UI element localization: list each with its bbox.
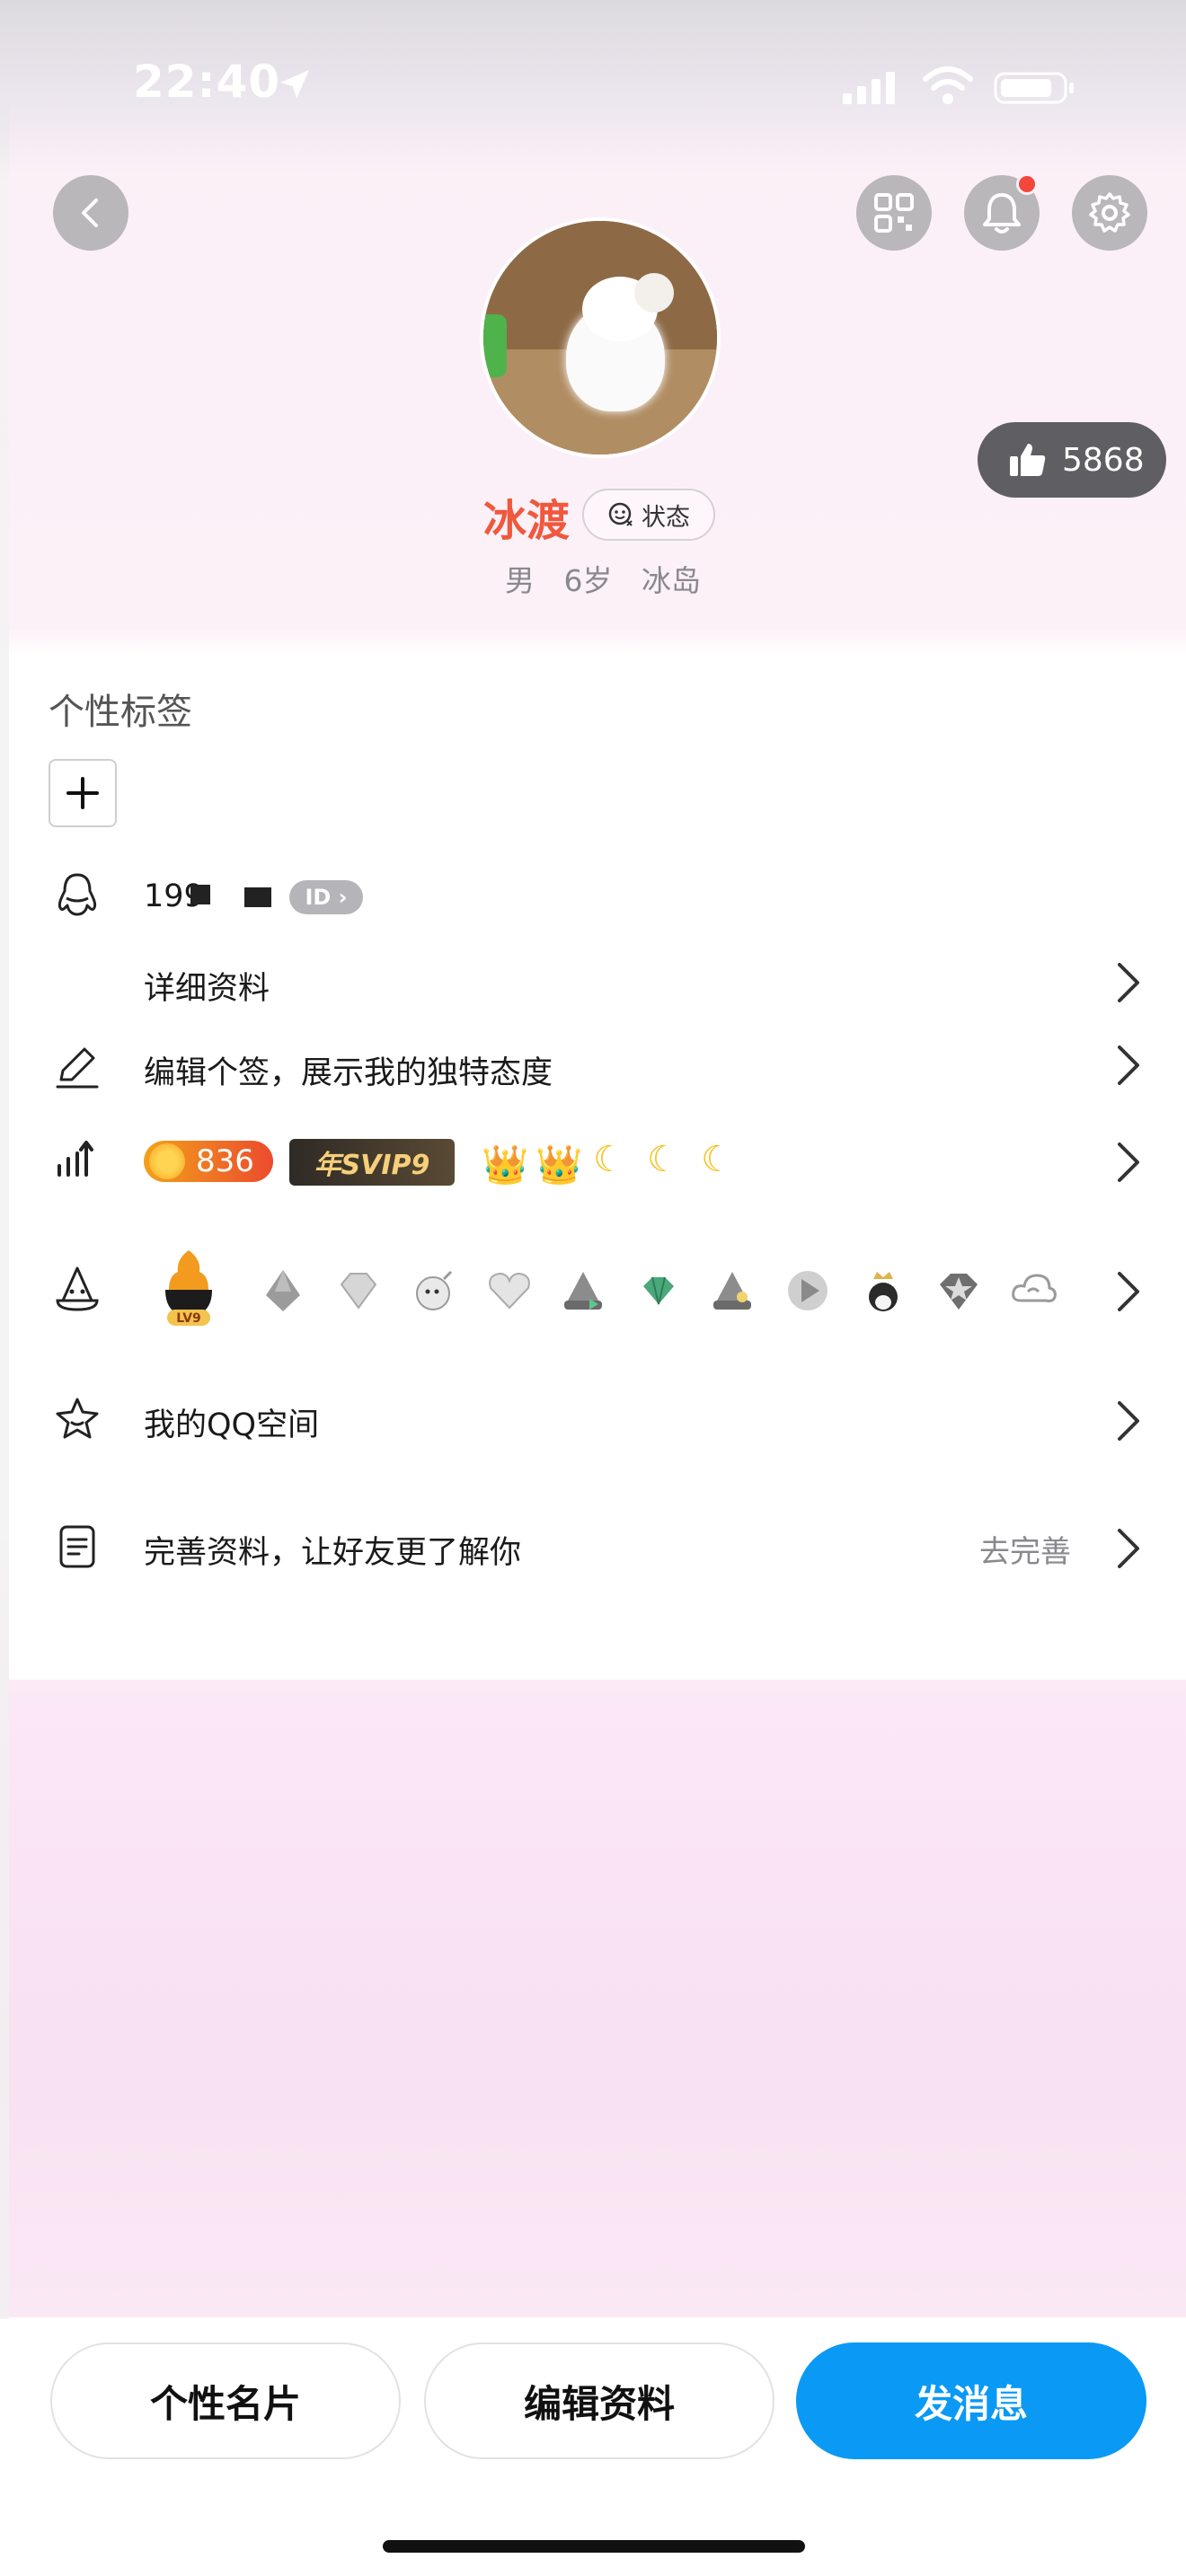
chevron-right-icon[interactable] bbox=[1112, 1525, 1145, 1572]
chevron-right-icon[interactable] bbox=[1112, 1042, 1145, 1089]
settings-button[interactable] bbox=[1072, 175, 1147, 251]
status-time: 22:40 bbox=[133, 56, 281, 108]
gear-icon bbox=[1089, 192, 1130, 233]
status-label: 状态 bbox=[642, 503, 690, 532]
qr-code-icon bbox=[874, 193, 914, 233]
notification-dot bbox=[1016, 173, 1038, 195]
qzone-link[interactable]: 我的QQ空间 bbox=[144, 1399, 319, 1445]
medal-hat-icon bbox=[56, 1266, 99, 1311]
edit-profile-button[interactable]: 编辑资料 bbox=[424, 2342, 774, 2459]
bell-icon bbox=[983, 193, 1021, 234]
tags-title: 个性标签 bbox=[49, 692, 192, 733]
penguin-crown-medal-icon[interactable] bbox=[857, 1265, 909, 1317]
location-arrow-icon bbox=[280, 70, 309, 99]
wifi-icon bbox=[923, 66, 973, 104]
bomb-medal-icon[interactable] bbox=[408, 1265, 460, 1317]
chevron-right-icon[interactable] bbox=[1112, 1398, 1145, 1444]
hat-yellow-medal-icon[interactable] bbox=[706, 1265, 758, 1317]
qr-code-button[interactable] bbox=[856, 175, 932, 251]
chevron-right-icon[interactable] bbox=[1112, 959, 1145, 1006]
like-count: 5868 bbox=[1062, 441, 1145, 479]
profile-meta: 男 6岁 冰岛 bbox=[505, 557, 721, 600]
detail-info-link[interactable]: 详细资料 bbox=[144, 963, 270, 1009]
plus-icon bbox=[66, 777, 99, 809]
thumbs-up-icon bbox=[1010, 444, 1046, 476]
green-gem-medal-icon[interactable] bbox=[633, 1265, 685, 1317]
chevron-right-icon[interactable] bbox=[1112, 1139, 1145, 1186]
pencil-icon bbox=[56, 1047, 99, 1089]
profile-card-button[interactable]: 个性名片 bbox=[50, 2342, 401, 2459]
penguin-icon bbox=[58, 873, 97, 916]
sun-icon bbox=[149, 1143, 185, 1179]
gender-text: 男 bbox=[505, 563, 535, 598]
nickname: 冰渡 bbox=[483, 496, 571, 546]
lv9-label: LV9 bbox=[176, 1311, 201, 1326]
star-outline-icon bbox=[56, 1398, 99, 1439]
moon-icon: ☾ bbox=[593, 1139, 625, 1180]
crown-icon: 👑 bbox=[535, 1142, 583, 1187]
send-message-button[interactable]: 发消息 bbox=[796, 2342, 1146, 2459]
redaction-mark bbox=[244, 887, 271, 907]
status-button[interactable]: 状态 bbox=[582, 489, 715, 541]
background-page-edge bbox=[0, 0, 9, 2576]
lv9-medal-icon[interactable]: LV9 bbox=[153, 1245, 225, 1328]
redaction-mark bbox=[190, 885, 210, 904]
back-button[interactable] bbox=[53, 175, 128, 251]
status-icon bbox=[608, 502, 633, 526]
level-value: 836 bbox=[196, 1143, 254, 1179]
moon-icon: ☾ bbox=[701, 1139, 733, 1180]
moon-icon: ☾ bbox=[647, 1139, 679, 1180]
cellular-signal-icon bbox=[843, 72, 895, 104]
avatar[interactable] bbox=[480, 217, 721, 458]
profile-page: 22:40 5868 冰渡 状态 男 6岁 冰岛 个性标签 199 ID › 详… bbox=[0, 0, 1186, 2576]
complete-profile-text[interactable]: 完善资料，让好友更了解你 bbox=[144, 1527, 521, 1573]
location-text: 冰岛 bbox=[642, 563, 701, 598]
home-indicator[interactable] bbox=[383, 2540, 805, 2553]
add-tag-button[interactable] bbox=[49, 759, 117, 827]
star-gem-medal-icon[interactable] bbox=[933, 1265, 985, 1317]
hat-green-medal-icon[interactable] bbox=[557, 1265, 609, 1317]
svip-badge[interactable]: 年SVIP9 bbox=[289, 1139, 455, 1186]
play-medal-icon[interactable] bbox=[782, 1265, 834, 1317]
id-badge[interactable]: ID › bbox=[289, 880, 363, 914]
gray-hat-medal-icon[interactable] bbox=[257, 1265, 309, 1317]
signature-field[interactable]: 编辑个签，展示我的独特态度 bbox=[144, 1047, 553, 1093]
chevron-right-icon[interactable] bbox=[1112, 1268, 1145, 1315]
level-badge[interactable]: 836 bbox=[144, 1141, 273, 1182]
document-icon bbox=[59, 1525, 95, 1568]
battery-icon bbox=[994, 72, 1074, 104]
heart-medal-icon[interactable] bbox=[483, 1265, 535, 1317]
crown-icon: 👑 bbox=[482, 1142, 529, 1187]
cloud-medal-icon[interactable] bbox=[1008, 1265, 1060, 1317]
status-bar: 22:40 bbox=[0, 0, 1186, 171]
complete-profile-action[interactable]: 去完善 bbox=[979, 1527, 1071, 1571]
age-text: 6岁 bbox=[563, 563, 613, 598]
diamond-medal-icon[interactable] bbox=[332, 1265, 385, 1317]
chevron-left-icon bbox=[82, 198, 98, 227]
level-chart-icon bbox=[58, 1141, 93, 1177]
like-button[interactable]: 5868 bbox=[978, 422, 1166, 498]
